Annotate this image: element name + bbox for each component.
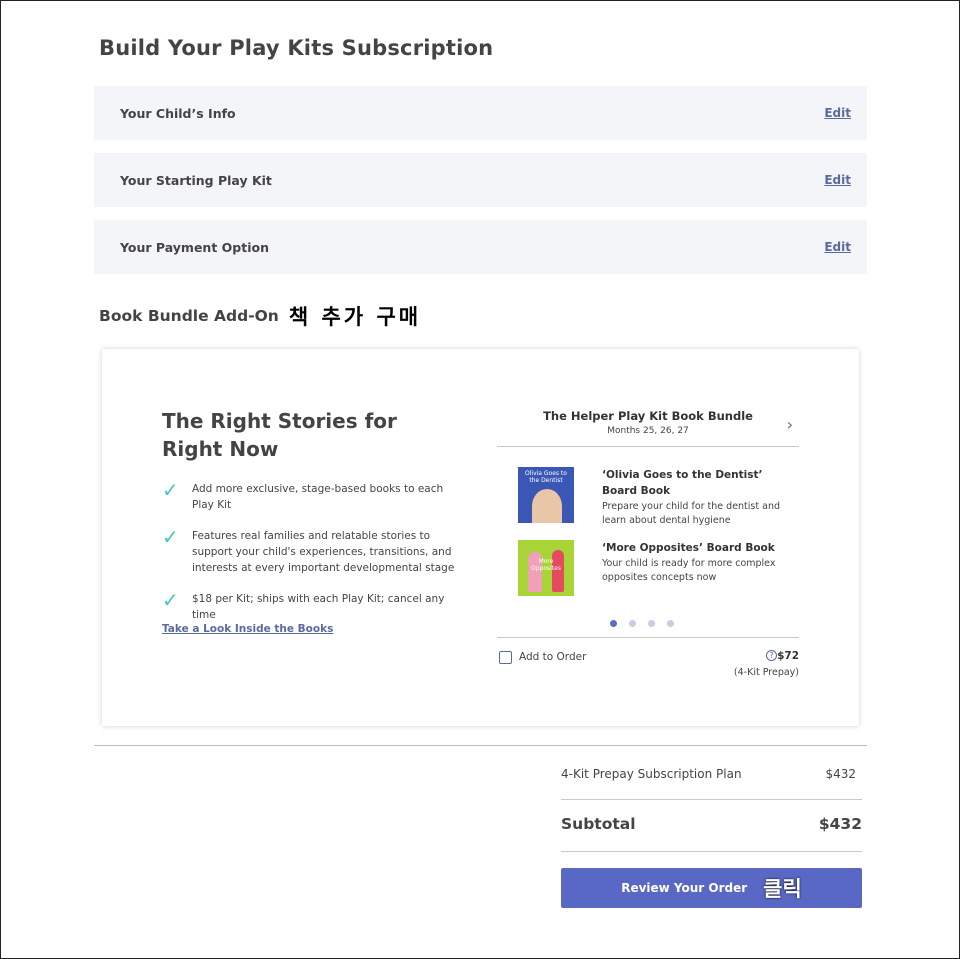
subtotal-value: $432 — [818, 815, 862, 833]
summary-line — [561, 851, 862, 852]
book-title: ‘More Opposites’ Board Book — [602, 542, 775, 554]
cover-text: Olivia Goes to the Dentist — [525, 470, 567, 484]
feature-text: $18 per Kit; ships with each Play Kit; c… — [192, 593, 445, 621]
edit-childs-info-link[interactable]: Edit — [824, 106, 851, 120]
carousel-dots — [610, 620, 674, 627]
step-childs-info: Your Child’s Info Edit — [94, 86, 867, 140]
check-icon: ✓ — [162, 478, 179, 502]
book-cover-image: More Opposites — [518, 540, 574, 596]
check-icon: ✓ — [162, 588, 179, 612]
bundle-name: The Helper Play Kit Book Bundle — [543, 409, 753, 423]
cover-text: More Opposites — [531, 558, 561, 572]
feature-text: Features real families and relatable sto… — [192, 530, 455, 574]
feature-item: ✓ Add more exclusive, stage-based books … — [162, 478, 467, 513]
chevron-right-icon[interactable]: › — [787, 415, 793, 434]
plan-row: 4-Kit Prepay Subscription Plan $432 — [561, 767, 856, 781]
book-title: ‘Olivia Goes to the Dentist’ Board Book — [602, 469, 763, 497]
subtotal-row: Subtotal $432 — [561, 815, 862, 833]
book-bundle-card: The Right Stories for Right Now ✓ Add mo… — [102, 349, 859, 726]
review-order-button[interactable]: Review Your Order 클릭 — [561, 868, 862, 908]
step-label: Your Starting Play Kit — [120, 172, 272, 188]
feature-item: ✓ $18 per Kit; ships with each Play Kit;… — [162, 588, 467, 623]
carousel-dot-4[interactable] — [667, 620, 674, 627]
step-label: Your Payment Option — [120, 239, 269, 255]
summary-divider — [94, 745, 867, 746]
carousel-dot-3[interactable] — [648, 620, 655, 627]
page-title: Build Your Play Kits Subscription — [99, 36, 494, 60]
summary-line — [561, 799, 862, 800]
bundle-header: The Helper Play Kit Book Bundle Months 2… — [497, 407, 799, 447]
book-cover-image: Olivia Goes to the Dentist — [518, 467, 574, 523]
plan-price: $432 — [825, 767, 856, 781]
step-label: Your Child’s Info — [120, 105, 236, 121]
book-description: Your child is ready for more complex opp… — [602, 558, 776, 583]
bundle-price: $72 — [777, 650, 799, 662]
carousel-dot-1[interactable] — [610, 620, 617, 627]
edit-play-kit-link[interactable]: Edit — [824, 173, 851, 187]
feature-text: Add more exclusive, stage-based books to… — [192, 483, 444, 511]
add-to-order-checkbox[interactable] — [499, 651, 512, 664]
book-description: Prepare your child for the dentist and l… — [602, 501, 780, 526]
book-item: More Opposites ‘More Opposites’ Board Bo… — [518, 540, 782, 596]
addon-title: Book Bundle Add-On — [99, 307, 279, 325]
addon-annotation: 책 추가 구매 — [288, 305, 422, 329]
review-order-label: Review Your Order — [621, 881, 748, 895]
book-item: Olivia Goes to the Dentist ‘Olivia Goes … — [518, 467, 782, 528]
card-heading: The Right Stories for Right Now — [162, 409, 397, 461]
plan-label: 4-Kit Prepay Subscription Plan — [561, 767, 742, 781]
review-annotation: 클릭 — [763, 877, 802, 901]
look-inside-books-link[interactable]: Take a Look Inside the Books — [162, 623, 333, 635]
check-icon: ✓ — [162, 525, 179, 549]
edit-payment-link[interactable]: Edit — [824, 240, 851, 254]
bundle-price-note: (4-Kit Prepay) — [733, 667, 799, 678]
addon-section-title: Book Bundle Add-On 책 추가 구매 — [99, 301, 421, 331]
subtotal-label: Subtotal — [561, 815, 636, 833]
bundle-footer: Add to Order ? $72 (4-Kit Prepay) — [497, 637, 799, 687]
feature-item: ✓ Features real families and relatable s… — [162, 525, 467, 576]
step-starting-play-kit: Your Starting Play Kit Edit — [94, 153, 867, 207]
help-icon[interactable]: ? — [766, 650, 777, 661]
add-to-order-label[interactable]: Add to Order — [519, 651, 586, 663]
step-payment-option: Your Payment Option Edit — [94, 220, 867, 274]
bundle-months: Months 25, 26, 27 — [607, 426, 689, 436]
carousel-dot-2[interactable] — [629, 620, 636, 627]
